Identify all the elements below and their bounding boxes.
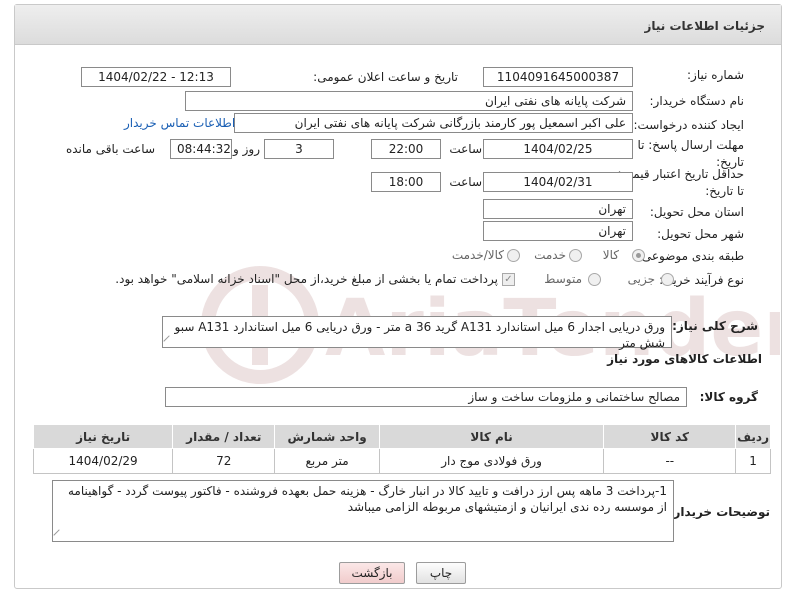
panel-header: جزئیات اطلاعات نیاز bbox=[15, 5, 781, 45]
category-label: طبقه بندی موضوعی: bbox=[637, 249, 744, 263]
category-radio-goods-service[interactable] bbox=[507, 249, 520, 262]
process-option-minor: جزیی bbox=[627, 272, 655, 286]
category-radio-goods[interactable] bbox=[632, 249, 645, 262]
treasury-checkbox[interactable]: ✓ bbox=[502, 273, 515, 286]
city-label: شهر محل تحویل: bbox=[657, 227, 744, 241]
resize-grip-icon[interactable] bbox=[163, 335, 175, 347]
province-label: استان محل تحویل: bbox=[649, 205, 744, 219]
col-unit: واحد شمارش bbox=[274, 424, 380, 449]
cell-row-number: 1 bbox=[735, 448, 771, 474]
buyer-notes-textarea[interactable]: 1-پرداخت 3 ماهه پس ارز درافت و تایید کال… bbox=[52, 480, 674, 542]
panel-title: جزئیات اطلاعات نیاز bbox=[644, 19, 765, 33]
buyer-org-field: شرکت پایانه های نفتی ایران bbox=[185, 91, 633, 111]
category-option-goods-service: کالا/خدمت bbox=[451, 248, 504, 262]
col-need-date: تاریخ نیاز bbox=[32, 424, 174, 449]
process-option-medium: متوسط bbox=[544, 272, 582, 286]
buyer-org-label: نام دستگاه خریدار: bbox=[649, 94, 745, 108]
treasury-payment-note: پرداخت تمام یا بخشی از مبلغ خرید،از محل … bbox=[115, 272, 498, 286]
col-row-number: ردیف bbox=[735, 424, 771, 449]
province-field: تهران bbox=[483, 199, 633, 219]
deadline-time-label: ساعت bbox=[449, 142, 482, 156]
cell-item-name: ورق فولادی موج دار bbox=[378, 448, 605, 474]
col-item-code: کد کالا bbox=[603, 424, 737, 449]
price-validity-label: حداقل تاریخ اعتبار قیمت: تا تاریخ: bbox=[617, 167, 744, 198]
col-quantity: تعداد / مقدار bbox=[172, 424, 276, 449]
category-option-goods: کالا bbox=[602, 248, 619, 262]
cell-need-date: 1404/02/29 bbox=[32, 448, 174, 474]
cell-item-code: -- bbox=[603, 448, 737, 474]
goods-table: ردیف کد کالا نام کالا واحد شمارش تعداد /… bbox=[32, 424, 771, 474]
remaining-time-label: ساعت باقی مانده bbox=[65, 142, 155, 156]
goods-group-label: گروه کالا: bbox=[699, 390, 758, 404]
deadline-time-field: 22:00 bbox=[371, 139, 441, 159]
process-radio-minor[interactable] bbox=[661, 273, 674, 286]
goods-section-title: اطلاعات کالاهای مورد نیاز bbox=[607, 352, 762, 366]
creator-label: ایجاد کننده درخواست: bbox=[633, 118, 744, 132]
goods-table-header: ردیف کد کالا نام کالا واحد شمارش تعداد /… bbox=[32, 424, 771, 449]
resize-grip-icon[interactable] bbox=[53, 529, 65, 541]
announce-datetime-field: 1404/02/22 - 12:13 bbox=[81, 67, 231, 87]
process-radio-medium[interactable] bbox=[588, 273, 601, 286]
price-validity-time-field: 18:00 bbox=[371, 172, 441, 192]
buyer-notes-label: توضیحات خریدار: bbox=[668, 505, 770, 519]
description-label: شرح کلی نیاز: bbox=[672, 319, 758, 333]
category-radio-service[interactable] bbox=[569, 249, 582, 262]
col-item-name: نام کالا bbox=[378, 424, 605, 449]
need-number-field: 1104091645000387 bbox=[483, 67, 633, 87]
description-textarea[interactable]: ورق دریایی اجدار 6 میل استاندارد A131 گر… bbox=[162, 316, 672, 350]
cell-quantity: 72 bbox=[172, 448, 276, 474]
need-number-label: شماره نیاز: bbox=[687, 68, 744, 82]
days-and-label: روز و bbox=[233, 142, 260, 156]
days-field: 3 bbox=[264, 139, 334, 159]
price-validity-date-field: 1404/02/31 bbox=[483, 172, 633, 192]
description-text: ورق دریایی اجدار 6 میل استاندارد A131 گر… bbox=[174, 320, 665, 350]
buyer-notes-text: 1-پرداخت 3 ماهه پس ارز درافت و تایید کال… bbox=[67, 484, 667, 514]
announce-label: تاریخ و ساعت اعلان عمومی: bbox=[313, 70, 458, 84]
print-button[interactable]: چاپ bbox=[416, 562, 466, 584]
back-button[interactable]: بازگشت bbox=[339, 562, 405, 584]
cell-unit: متر مربع bbox=[274, 448, 380, 474]
buyer-contact-link[interactable]: اطلاعات تماس خریدار bbox=[124, 116, 235, 130]
remaining-time-field: 08:44:32 bbox=[170, 139, 232, 159]
table-row: 1 -- ورق فولادی موج دار متر مربع 72 1404… bbox=[32, 448, 771, 474]
price-validity-time-label: ساعت bbox=[449, 175, 482, 189]
category-option-service: خدمت bbox=[534, 248, 566, 262]
deadline-date-field: 1404/02/25 bbox=[483, 139, 633, 159]
goods-group-field: مصالح ساختمانی و ملزومات ساخت و ساز bbox=[165, 387, 687, 407]
creator-field: علی اکبر اسمعیل پور کارمند بازرگانی شرکت… bbox=[234, 113, 633, 133]
city-field: تهران bbox=[483, 221, 633, 241]
